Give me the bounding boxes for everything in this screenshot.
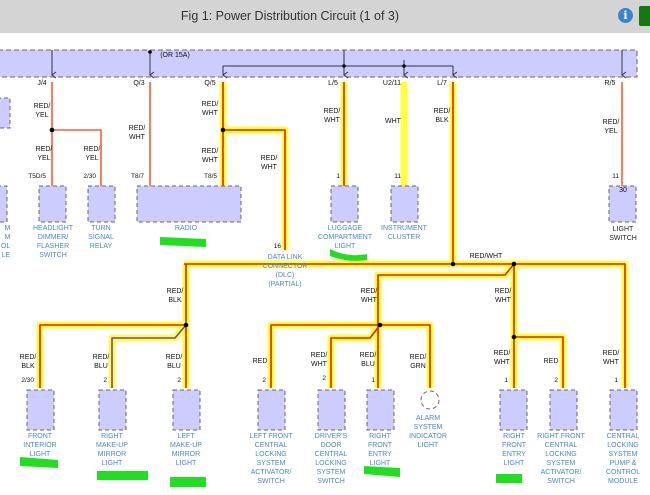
component-alarm-indicator[interactable]: ALARM SYSTEM INDICATOR LIGHT (409, 414, 447, 450)
radio-box (136, 185, 242, 223)
cluster-box (390, 185, 419, 223)
turn-relay-box (87, 185, 116, 223)
component-locking-pump-module[interactable]: CENTRAL LOCKING SYSTEM PUMP & CONTROL MO… (606, 432, 640, 486)
connector-j4: J/4 (37, 80, 47, 87)
wire-label: RED/ WHT (128, 125, 146, 141)
pin-label: T8/7 (130, 173, 144, 180)
partial-module-box (0, 185, 8, 223)
wire-label: RED/ YEL (33, 103, 51, 119)
wire-label: RED (252, 358, 268, 365)
wire-label: RED/ WHT (493, 350, 511, 366)
component-instrument-cluster[interactable]: INSTRUMENT CLUSTER (381, 224, 427, 242)
component-left-mirror-light[interactable]: LEFT MAKE-UP MIRROR LIGHT (170, 432, 202, 468)
wire-label: RED/ BLK (19, 354, 37, 370)
driver-door-box (317, 389, 346, 431)
partial-component-box (0, 97, 11, 129)
wire-label: RED/ BLK (433, 108, 451, 124)
front-interior-light-box (26, 389, 55, 431)
component-rf-locking-activator[interactable]: RIGHT FRONT CENTRAL LOCKING SYSTEM ACTIV… (537, 432, 585, 486)
wire-label: RED/ BLU (165, 354, 183, 370)
wire-label: RED/ BLU (92, 354, 110, 370)
luggage-light-box (330, 185, 359, 223)
pin-label: 2/30 (83, 173, 96, 180)
connector-q3: Q/3 (133, 80, 145, 87)
rf-entry-light-box (366, 389, 395, 431)
component-driver-door-switch[interactable]: DRIVER'S DOOR CENTRAL LOCKING SYSTEM SWI… (315, 432, 348, 486)
right-mirror-light-box (98, 389, 127, 431)
component-radio[interactable]: RADIO (175, 224, 197, 233)
wire-label: RED/ WHT (201, 101, 219, 117)
pump-box (609, 389, 638, 431)
alarm-light-connector (420, 390, 440, 410)
pin-label: 2 (322, 375, 326, 382)
pin-label: 2 (177, 377, 181, 384)
component-headlight-dimmer-switch[interactable]: HEADLIGHT DIMMER/ FLASHER SWITCH (33, 224, 73, 260)
component-rf-entry-light-b[interactable]: RIGHT FRONT ENTRY LIGHT (502, 432, 526, 468)
wire-label: RED/ WHT (360, 288, 378, 304)
pin-label: 2 (554, 377, 558, 384)
wire-label: RED/ WHT (323, 108, 341, 124)
headlight-switch-box (38, 185, 67, 223)
component-turn-signal-relay[interactable]: TURN SIGNAL RELAY (88, 224, 114, 251)
pin-label: 2 (262, 377, 266, 384)
pin-label: 1 (336, 173, 340, 180)
wire-label: RED/ YEL (83, 146, 101, 162)
connector-r5: R/5 (604, 80, 616, 87)
pin-label: 30 (619, 187, 627, 194)
pin-label: 1 (614, 377, 618, 384)
fuse-box (0, 49, 638, 78)
wire-label: RED/ WHT (494, 288, 512, 304)
wire-label: RED/ WHT (260, 155, 278, 171)
component-right-mirror-light[interactable]: RIGHT MAKE-UP MIRROR LIGHT (96, 432, 128, 468)
component-data-link-connector[interactable]: DATA LINK CONNECTOR (DLC) (PARTIAL) (263, 253, 308, 289)
wire-red-yel (51, 82, 102, 186)
fuse-note: (OR 15A) (160, 52, 190, 59)
bus-wire-label: RED/WHT (469, 253, 503, 260)
connector-l7: L/7 (437, 80, 447, 87)
wire-label: RED/ WHT (602, 350, 620, 366)
wire-label: RED/ WHT (310, 352, 328, 368)
connector-l5: L/5 (328, 80, 338, 87)
pin-label: 16 (273, 243, 281, 250)
pin-label: T5D/5 (28, 173, 46, 180)
component-rf-entry-light[interactable]: RIGHT FRONT ENTRY LIGHT (368, 432, 392, 468)
pin-label: 2/30 (21, 377, 34, 384)
component-front-interior-light[interactable]: FRONT INTERIOR LIGHT (23, 432, 56, 459)
wire-label: RED/ GRN (409, 354, 427, 370)
wire-label: RED/ BLK (166, 288, 184, 304)
wire-label: RED/ YEL (35, 146, 53, 162)
rf-locking-box (549, 389, 578, 431)
connector-q5: Q/5 (204, 80, 216, 87)
pin-label: 1 (504, 377, 508, 384)
splice-dot (148, 50, 152, 54)
component-partial-module[interactable]: M M OL LE (1, 224, 10, 260)
wire-label: RED/ WHT (201, 148, 219, 164)
connector-u2-11: U2/11 (382, 80, 402, 87)
splice-dot (342, 64, 346, 68)
splice-dot (402, 64, 406, 68)
wire-label: RED/ YEL (602, 119, 620, 135)
component-luggage-light[interactable]: LUGGAGE COMPARTMENT LIGHT (318, 224, 372, 251)
wire-right-branch (513, 264, 564, 388)
left-mirror-light-box (172, 389, 201, 431)
pin-label: 2 (103, 377, 107, 384)
rf-entry-light-b-box (499, 389, 528, 431)
component-lf-locking-activator[interactable]: LEFT FRONT CENTRAL LOCKING SYSTEM ACTIVA… (249, 432, 292, 486)
pin-label: T8/5 (203, 173, 217, 180)
wire-label: WHT (385, 118, 401, 125)
pin-label: 11 (394, 173, 401, 180)
component-light-switch[interactable]: LIGHT SWITCH (609, 225, 637, 243)
lf-locking-box (257, 389, 286, 431)
pin-label: 1 (371, 377, 375, 384)
pin-label: 11 (612, 173, 619, 180)
wire-label: RED/ BLU (359, 352, 377, 368)
wire-label: RED (543, 358, 559, 365)
